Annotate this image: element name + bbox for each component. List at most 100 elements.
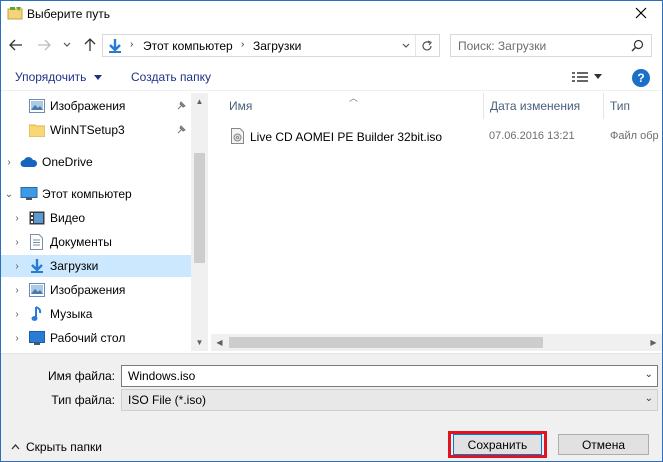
help-button[interactable]: ? bbox=[632, 69, 650, 87]
sidebar-item-documents[interactable]: › Документы bbox=[1, 231, 191, 253]
chevron-down-icon[interactable]: ⌄ bbox=[4, 189, 14, 200]
chevron-down-icon bbox=[402, 43, 410, 48]
file-row[interactable]: Live CD AOMEI PE Builder 32bit.iso 07.06… bbox=[221, 126, 662, 148]
window-title: Выберите путь bbox=[27, 7, 111, 21]
folder-icon bbox=[28, 123, 46, 138]
column-header-date[interactable]: Дата изменения bbox=[490, 93, 605, 119]
help-icon: ? bbox=[637, 71, 645, 85]
save-form: Имя файла: Windows.iso ⌄ Тип файла: ISO … bbox=[1, 353, 662, 461]
refresh-button[interactable] bbox=[415, 35, 437, 56]
downloads-icon bbox=[29, 258, 45, 273]
chevron-right-icon[interactable]: › bbox=[12, 309, 22, 320]
sidebar-item-label: Изображения bbox=[50, 99, 126, 113]
sidebar-item-downloads[interactable]: › Загрузки bbox=[1, 255, 191, 277]
navigation-pane-scrollbar[interactable]: ▲ ▼ bbox=[191, 93, 208, 351]
save-button[interactable]: Сохранить bbox=[453, 434, 542, 455]
file-list: ︿ Имя Дата изменения Тип Live CD AOMEI P… bbox=[211, 93, 662, 351]
back-arrow-icon bbox=[9, 39, 22, 51]
close-button[interactable] bbox=[626, 1, 656, 25]
organize-menu[interactable]: Упорядочить bbox=[15, 70, 102, 84]
filename-label: Имя файла: bbox=[48, 369, 115, 383]
scroll-up-arrow-icon[interactable]: ▲ bbox=[191, 93, 208, 110]
column-header-name[interactable]: Имя bbox=[229, 93, 479, 119]
sidebar-item-winntsetup3[interactable]: WinNTSetup3 bbox=[1, 119, 191, 141]
back-button[interactable] bbox=[7, 35, 25, 55]
address-bar[interactable]: › Этот компьютер › Загрузки bbox=[102, 34, 440, 57]
column-divider[interactable] bbox=[483, 93, 484, 119]
chevron-right-icon[interactable]: › bbox=[12, 261, 22, 272]
collapse-up-icon bbox=[11, 443, 20, 449]
sidebar-item-label: Музыка bbox=[50, 307, 93, 321]
chevron-right-icon[interactable]: › bbox=[12, 213, 22, 224]
up-arrow-icon bbox=[84, 38, 96, 51]
sidebar-item-label: Документы bbox=[50, 235, 112, 249]
hide-folders-label: Скрыть папки bbox=[26, 440, 102, 454]
scroll-left-arrow-icon[interactable]: ◀ bbox=[211, 334, 228, 351]
file-name: Live CD AOMEI PE Builder 32bit.iso bbox=[250, 130, 443, 144]
desktop-icon bbox=[29, 331, 45, 345]
recent-locations-button[interactable] bbox=[61, 35, 73, 55]
sidebar-item-label: Загрузки bbox=[50, 259, 99, 273]
new-folder-button[interactable]: Создать папку bbox=[131, 70, 211, 84]
music-icon bbox=[31, 306, 47, 321]
forward-arrow-icon bbox=[38, 39, 51, 51]
sidebar-item-onedrive[interactable]: › OneDrive bbox=[1, 151, 191, 173]
filename-value: Windows.iso bbox=[128, 369, 196, 383]
search-input[interactable]: Поиск: Загрузки bbox=[450, 34, 652, 57]
column-date-label: Дата изменения bbox=[490, 99, 581, 113]
cancel-button[interactable]: Отмена bbox=[558, 434, 649, 455]
this-pc-icon bbox=[20, 187, 38, 201]
breadcrumb-this-pc[interactable]: Этот компьютер bbox=[143, 39, 233, 53]
column-header-type[interactable]: Тип bbox=[610, 93, 662, 119]
details-view-icon bbox=[572, 72, 588, 82]
navigation-pane: Изображения WinNTSetup3 › OneDrive ⌄ Это… bbox=[1, 93, 208, 351]
sidebar-item-label: OneDrive bbox=[42, 155, 93, 169]
sidebar-item-label: Этот компьютер bbox=[42, 187, 132, 201]
sidebar-item-video[interactable]: › Видео bbox=[1, 207, 191, 229]
sidebar-item-desktop[interactable]: › Рабочий стол bbox=[1, 327, 191, 349]
forward-button[interactable] bbox=[35, 35, 53, 55]
scroll-right-arrow-icon[interactable]: ▶ bbox=[645, 334, 662, 351]
view-options-button[interactable] bbox=[567, 67, 607, 87]
sidebar-item-pictures[interactable]: › Изображения bbox=[1, 279, 191, 301]
filetype-select[interactable]: ISO File (*.iso) ⌄ bbox=[121, 389, 658, 411]
documents-icon bbox=[30, 234, 46, 250]
file-date: 07.06.2016 13:21 bbox=[489, 130, 575, 142]
scrollbar-thumb[interactable] bbox=[229, 337, 543, 348]
up-button[interactable] bbox=[81, 35, 99, 55]
sidebar-item-label: Рабочий стол bbox=[50, 331, 126, 345]
scroll-down-arrow-icon[interactable]: ▼ bbox=[191, 334, 208, 351]
pictures-icon bbox=[29, 99, 45, 113]
chevron-right-icon[interactable]: › bbox=[12, 237, 22, 248]
pin-icon[interactable] bbox=[176, 124, 186, 138]
chevron-down-icon[interactable]: ⌄ bbox=[645, 369, 653, 380]
address-history-button[interactable] bbox=[398, 36, 414, 55]
sidebar-item-music[interactable]: › Музыка bbox=[1, 303, 191, 325]
sidebar-item-label: Изображения bbox=[50, 283, 126, 297]
breadcrumb-downloads[interactable]: Загрузки bbox=[253, 39, 301, 53]
navigation-bar: › Этот компьютер › Загрузки Поиск: Загру… bbox=[1, 31, 662, 59]
sidebar-item-label: Видео bbox=[50, 211, 86, 225]
file-list-horizontal-scrollbar[interactable]: ◀ ▶ bbox=[211, 334, 662, 351]
column-divider[interactable] bbox=[603, 93, 604, 119]
filetype-value: ISO File (*.iso) bbox=[128, 393, 207, 407]
sidebar-item-this-pc[interactable]: ⌄ Этот компьютер bbox=[1, 183, 191, 205]
hide-folders-toggle[interactable]: Скрыть папки bbox=[11, 440, 102, 454]
save-dialog: Выберите путь › Этот компьютер › Загрузк… bbox=[0, 0, 663, 462]
chevron-right-icon[interactable]: › bbox=[4, 157, 14, 168]
chevron-right-icon[interactable]: › bbox=[12, 285, 22, 296]
title-bar: Выберите путь bbox=[1, 1, 662, 27]
column-name-label: Имя bbox=[229, 99, 253, 113]
scrollbar-thumb[interactable] bbox=[194, 153, 205, 263]
onedrive-icon bbox=[20, 156, 38, 170]
sidebar-item-pictures-pinned[interactable]: Изображения bbox=[1, 95, 191, 117]
chevron-right-icon[interactable]: › bbox=[12, 333, 22, 344]
sidebar-item-label: WinNTSetup3 bbox=[50, 123, 125, 137]
video-icon bbox=[29, 211, 45, 225]
chevron-down-icon bbox=[594, 74, 602, 79]
chevron-down-icon[interactable]: ⌄ bbox=[645, 393, 653, 404]
filename-input[interactable]: Windows.iso ⌄ bbox=[121, 365, 658, 387]
command-bar: Упорядочить Создать папку ? bbox=[1, 63, 662, 91]
breadcrumb-separator: › bbox=[241, 39, 245, 50]
pin-icon[interactable] bbox=[176, 100, 186, 114]
